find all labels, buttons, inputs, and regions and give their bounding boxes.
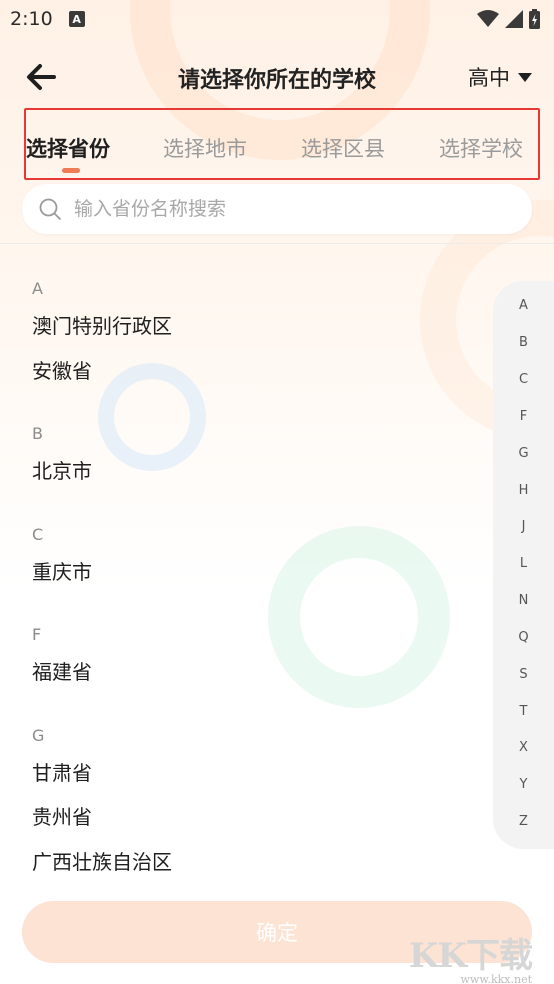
group-letter: B [32,424,43,443]
list-item[interactable]: 重庆市 [32,556,92,585]
tab-select-district[interactable]: 选择区县 [301,133,385,163]
index-letter-c[interactable]: C [493,372,554,387]
alphabet-index-bar: A B C F G H J L N Q S T X Y Z [493,281,554,849]
active-tab-indicator [62,168,80,173]
group-letter: C [32,525,44,544]
index-letter-f[interactable]: F [493,409,554,424]
list-item[interactable]: 广西壮族自治区 [32,846,172,875]
index-letter-l[interactable]: L [493,556,554,571]
search-icon [39,198,61,220]
watermark-logo: KK下载 [408,936,533,976]
index-letter-n[interactable]: N [493,593,554,608]
level-selector[interactable]: 高中 [468,62,532,92]
list-item[interactable]: 安徽省 [32,355,92,384]
index-letter-x[interactable]: X [493,740,554,755]
status-icons [477,9,540,29]
status-time: 2:10 [10,8,53,30]
list-item[interactable]: 澳门特别行政区 [32,310,172,339]
tab-select-city[interactable]: 选择地市 [163,133,247,163]
index-letter-q[interactable]: Q [493,630,554,645]
header: 请选择你所在的学校 高中 [0,50,554,102]
notification-icon: A [68,11,85,27]
tab-select-school[interactable]: 选择学校 [439,133,523,163]
search-bar [22,184,532,234]
decor-ring [268,526,450,708]
status-bar: 2:10 A [0,0,554,38]
group-letter: F [32,625,42,644]
list-item[interactable]: 北京市 [32,455,92,484]
index-letter-y[interactable]: Y [493,777,554,792]
group-letter: A [32,279,43,298]
index-letter-j[interactable]: J [493,519,554,534]
index-letter-z[interactable]: Z [493,814,554,829]
wifi-icon [477,10,499,27]
divider [0,243,554,244]
caret-down-icon [518,72,532,82]
battery-charging-icon [529,9,540,29]
index-letter-s[interactable]: S [493,667,554,682]
list-item[interactable]: 甘肃省 [32,757,92,786]
tab-select-province[interactable]: 选择省份 [26,133,110,163]
index-letter-b[interactable]: B [493,335,554,350]
level-selector-label: 高中 [468,66,510,90]
index-letter-a[interactable]: A [493,298,554,313]
cellular-signal-icon [505,10,523,28]
watermark: KK下载 www.kkx.net [408,928,533,984]
index-letter-t[interactable]: T [493,704,554,719]
index-letter-g[interactable]: G [493,446,554,461]
search-input[interactable] [74,198,494,220]
group-letter: G [32,726,45,745]
index-letter-h[interactable]: H [493,483,554,498]
list-item[interactable]: 贵州省 [32,801,92,830]
decor-ring [98,363,206,471]
selection-steps-tabs: 选择省份 选择地市 选择区县 选择学校 [24,108,540,180]
list-item[interactable]: 福建省 [32,656,92,685]
